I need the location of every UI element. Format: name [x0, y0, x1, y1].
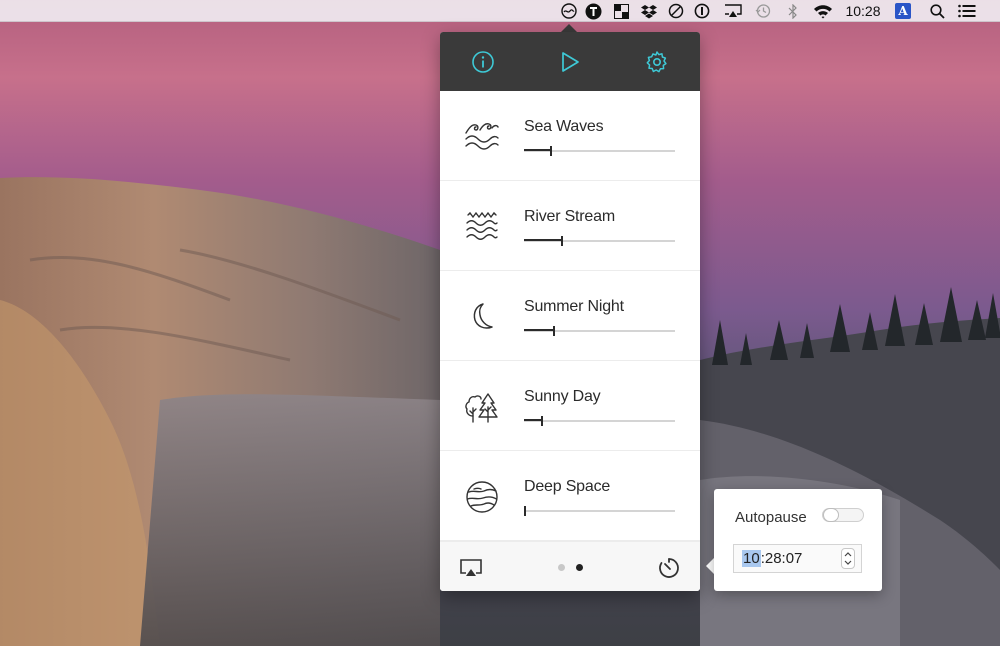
sound-row-sunny-day: Sunny Day	[440, 361, 700, 451]
stepper-up-icon	[844, 552, 852, 557]
autopause-arrow	[706, 558, 714, 574]
slider-thumb[interactable]	[524, 506, 526, 516]
sound-row-deep-space: Deep Space	[440, 451, 700, 541]
planet-icon[interactable]	[464, 479, 500, 515]
moon-icon[interactable]	[464, 299, 500, 335]
menu-bar: 10:28 A	[0, 0, 1000, 22]
typeeto-icon[interactable]	[583, 0, 603, 22]
onepassword-icon[interactable]	[692, 0, 712, 22]
play-icon[interactable]	[555, 47, 585, 77]
slider-fill	[524, 239, 562, 241]
slider-track	[524, 510, 675, 512]
volume-slider-river-stream[interactable]	[524, 236, 675, 246]
sound-row-sea-waves: Sea Waves	[440, 91, 700, 181]
popover-arrow	[561, 24, 577, 32]
slider-thumb[interactable]	[541, 416, 543, 426]
river-stream-icon[interactable]	[464, 209, 500, 245]
dropbox-icon[interactable]	[639, 0, 659, 22]
toggle-knob	[823, 508, 839, 522]
timer-icon[interactable]	[656, 555, 682, 581]
airplay-icon[interactable]	[458, 555, 484, 581]
slider-thumb[interactable]	[561, 236, 563, 246]
popover-footer	[440, 541, 700, 591]
airplay-icon[interactable]	[722, 0, 744, 22]
info-icon[interactable]	[468, 47, 498, 77]
slider-fill	[524, 329, 554, 331]
time-stepper[interactable]	[841, 548, 855, 569]
slider-fill	[524, 419, 542, 421]
sound-name: Sunny Day	[524, 388, 601, 405]
autopause-toggle[interactable]	[822, 508, 864, 522]
sea-waves-icon[interactable]	[464, 119, 500, 155]
page-indicator-1[interactable]	[558, 564, 565, 571]
sound-row-summer-night: Summer Night	[440, 271, 700, 361]
autopause-label: Autopause	[735, 509, 807, 526]
sound-name: River Stream	[524, 208, 615, 225]
menubar-clock[interactable]: 10:28	[842, 0, 884, 22]
volume-slider-sunny-day[interactable]	[524, 416, 675, 426]
time-rest-segment[interactable]: :28:07	[761, 550, 803, 567]
slider-thumb[interactable]	[553, 326, 555, 336]
sound-name: Summer Night	[524, 298, 624, 315]
volume-slider-sea-waves[interactable]	[524, 146, 675, 156]
volume-slider-deep-space[interactable]	[524, 506, 675, 516]
do-not-disturb-icon[interactable]	[666, 0, 686, 22]
slider-thumb[interactable]	[550, 146, 552, 156]
sound-name: Deep Space	[524, 478, 611, 495]
noizio-icon[interactable]	[559, 0, 579, 22]
stepper-down-icon	[844, 560, 852, 565]
bluetooth-icon[interactable]	[784, 0, 802, 22]
notification-center-icon[interactable]	[956, 0, 978, 22]
checkerboard-icon[interactable]	[611, 0, 631, 22]
spotlight-icon[interactable]	[927, 0, 947, 22]
page-indicator-2[interactable]	[576, 564, 583, 571]
wifi-icon[interactable]	[812, 0, 834, 22]
sound-name: Sea Waves	[524, 118, 604, 135]
trees-icon[interactable]	[464, 389, 500, 425]
noizio-popover: Sea Waves River Stream Summer Night Sunn…	[440, 32, 700, 591]
autopause-time-field[interactable]: 10:28:07	[733, 544, 862, 573]
time-machine-icon[interactable]	[753, 0, 773, 22]
time-value: 10:28:07	[742, 550, 802, 567]
autopause-panel: Autopause 10:28:07	[714, 489, 882, 591]
sound-row-river-stream: River Stream	[440, 181, 700, 271]
settings-icon[interactable]	[642, 47, 672, 77]
slider-fill	[524, 149, 551, 151]
input-source-icon[interactable]: A	[894, 0, 912, 22]
volume-slider-summer-night[interactable]	[524, 326, 675, 336]
time-hour-segment[interactable]: 10	[742, 550, 761, 567]
popover-header	[440, 32, 700, 91]
slider-track	[524, 420, 675, 422]
input-source-badge: A	[895, 3, 911, 19]
